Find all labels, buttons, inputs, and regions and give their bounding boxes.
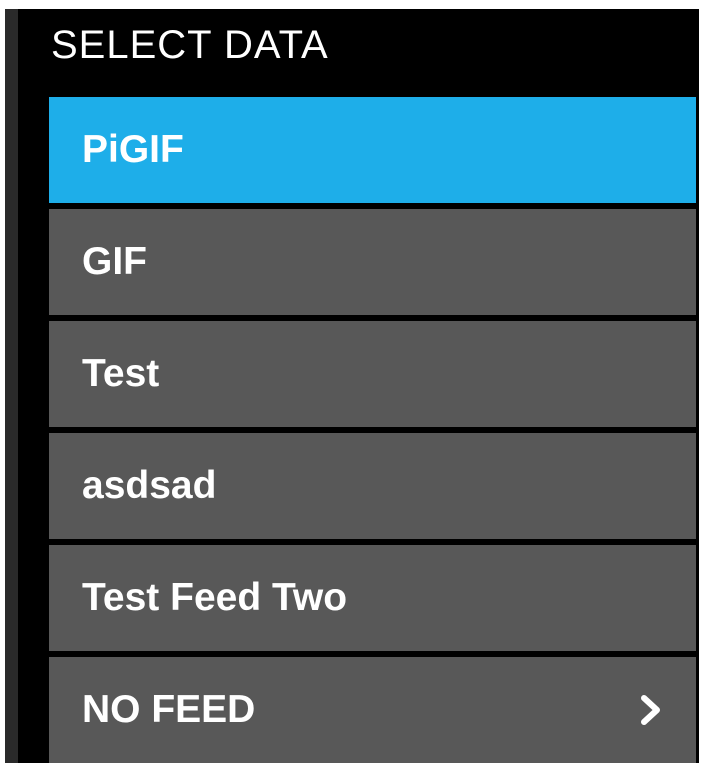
chevron-right-icon: [641, 695, 660, 725]
feed-item-label: PiGIF: [82, 128, 184, 171]
feed-item-gif[interactable]: GIF: [49, 209, 696, 315]
feed-item-asdsad[interactable]: asdsad: [49, 433, 696, 539]
feed-item-label: asdsad: [82, 464, 217, 507]
feed-list: PiGIF GIF Test asdsad Test Feed Two NO F…: [49, 97, 696, 763]
feed-item-test[interactable]: Test: [49, 321, 696, 427]
feed-item-label: Test Feed Two: [82, 576, 348, 619]
feed-item-no-feed[interactable]: NO FEED: [49, 657, 696, 763]
panel-edge: [5, 9, 18, 763]
feed-item-label: NO FEED: [82, 688, 256, 731]
feed-item-pigif[interactable]: PiGIF: [49, 97, 696, 203]
feed-item-test-feed-two[interactable]: Test Feed Two: [49, 545, 696, 651]
feed-item-label: GIF: [82, 240, 147, 283]
page-title: SELECT DATA: [51, 23, 329, 67]
feed-item-label: Test: [82, 352, 160, 395]
